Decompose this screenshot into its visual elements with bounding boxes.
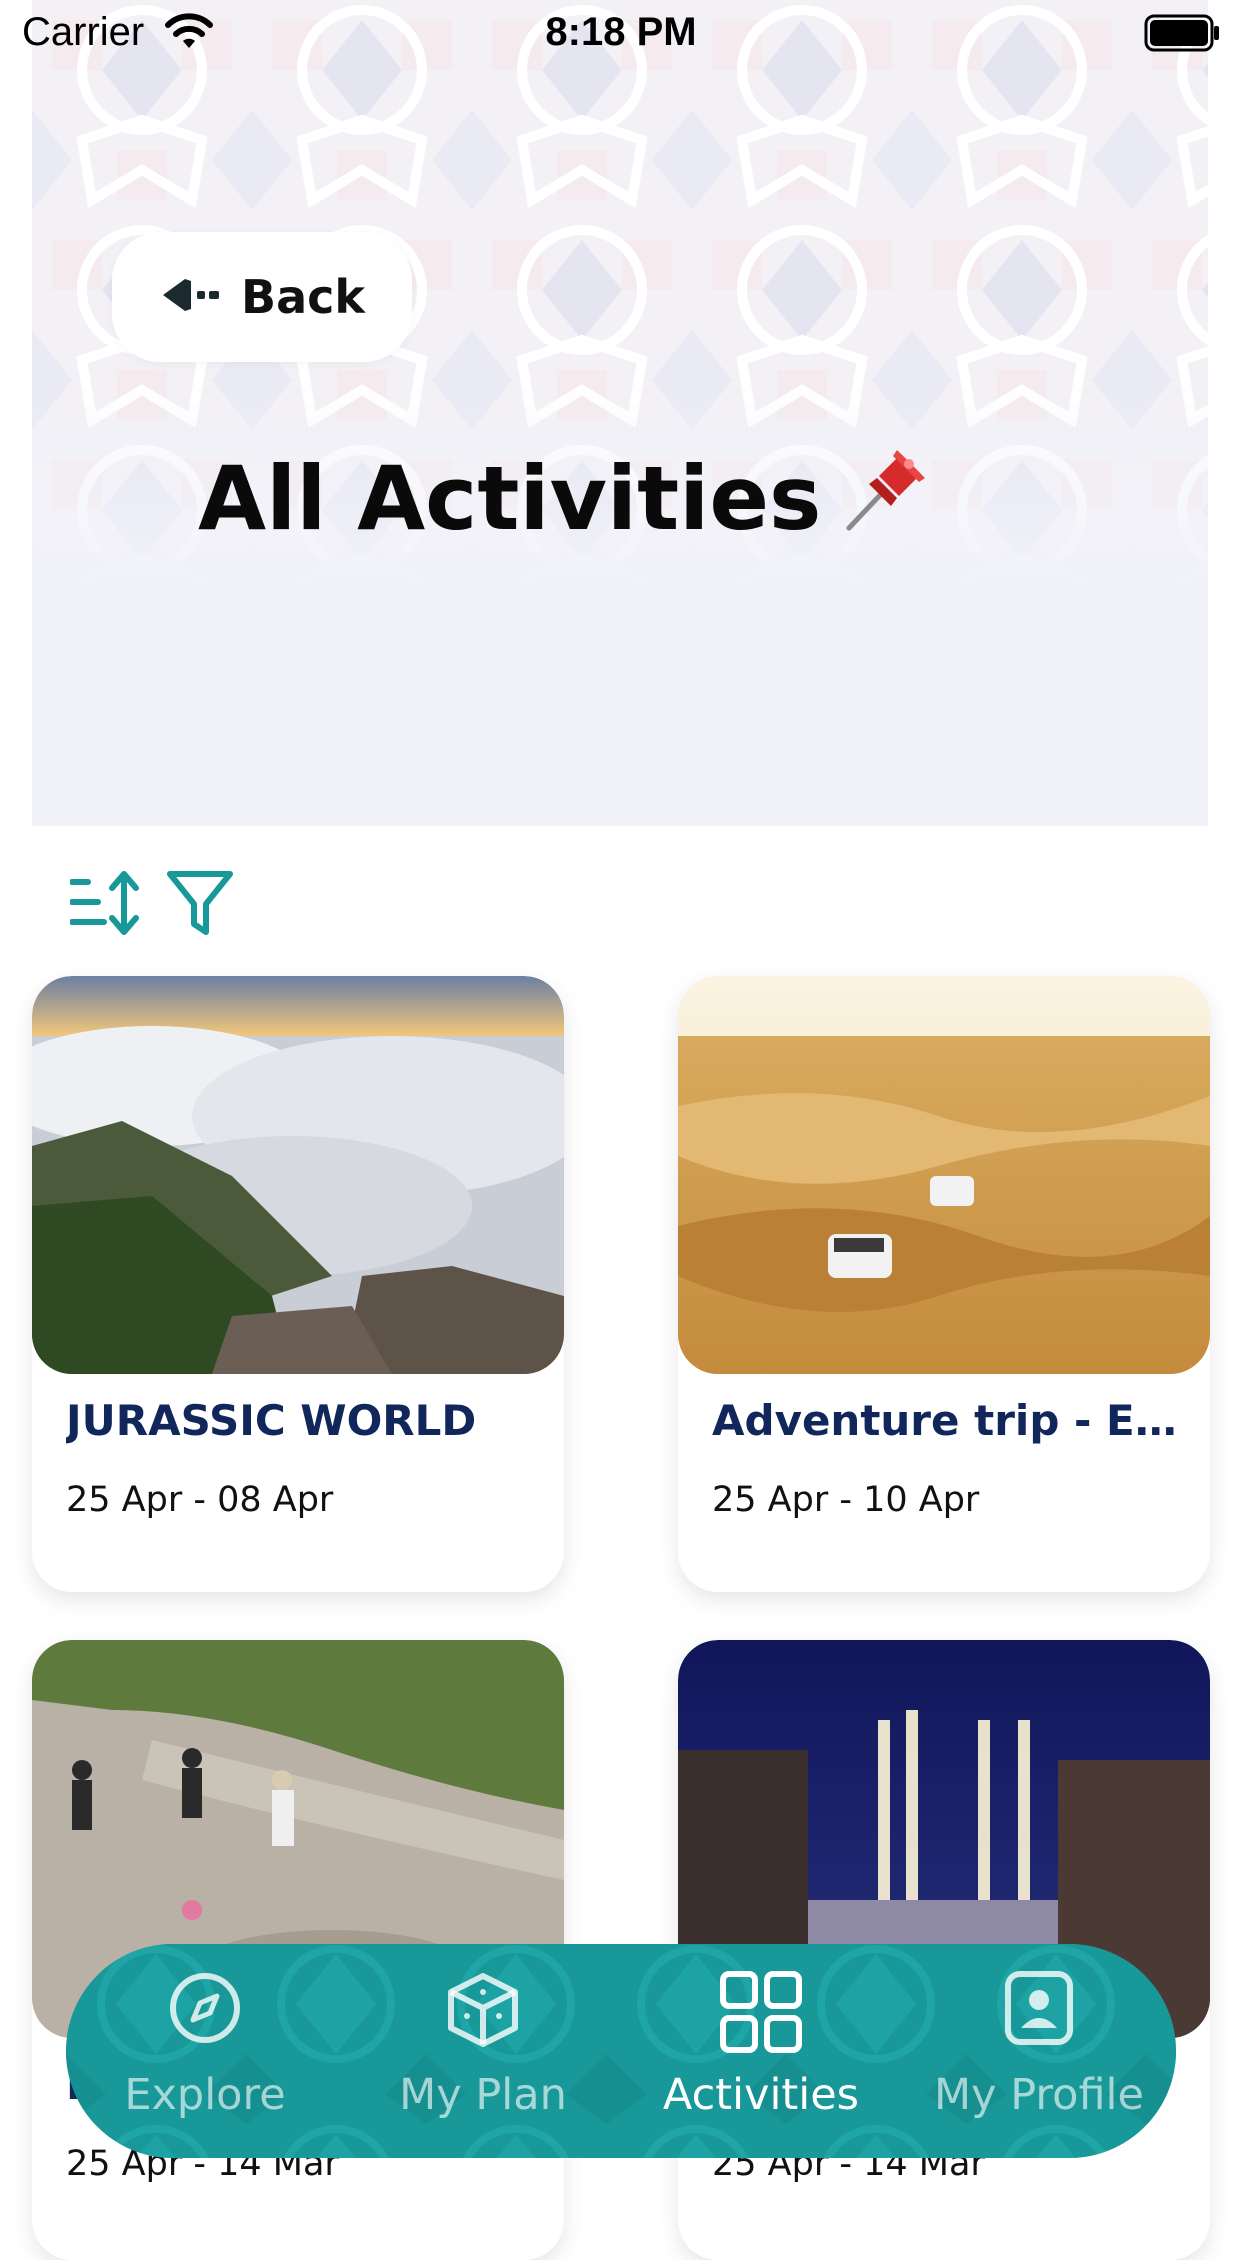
- battery-icon: [1144, 14, 1222, 56]
- activity-title: Adventure trip - E…: [712, 1396, 1177, 1445]
- grid-icon: [622, 1970, 900, 2054]
- activity-title: JURASSIC WORLD: [66, 1396, 477, 1445]
- bottom-nav: Explore My Plan Activities My Profile: [66, 1944, 1176, 2158]
- activity-image: [678, 976, 1210, 1374]
- header-banner: Back All Activities: [32, 0, 1208, 826]
- activity-card[interactable]: JURASSIC WORLD 25 Apr - 08 Apr: [32, 976, 564, 1592]
- compass-icon: [66, 1970, 344, 2046]
- clock: 8:18 PM: [545, 10, 697, 54]
- back-arrow-icon: [159, 273, 223, 321]
- activity-image: [32, 976, 564, 1374]
- page-title: All Activities: [198, 440, 935, 557]
- activity-card[interactable]: Adventure trip - E… 25 Apr - 10 Apr: [678, 976, 1210, 1592]
- nav-label: Explore: [124, 2070, 286, 2120]
- profile-icon: [900, 1970, 1176, 2046]
- back-button[interactable]: Back: [112, 232, 412, 362]
- nav-item-activities[interactable]: Activities: [622, 1944, 900, 2158]
- page-title-text: All Activities: [198, 447, 822, 550]
- pushpin-icon: [839, 440, 935, 557]
- back-label: Back: [241, 270, 365, 324]
- filter-icon: [167, 871, 233, 935]
- sort-icon: [69, 871, 139, 935]
- nav-item-explore[interactable]: Explore: [66, 1944, 344, 2158]
- nav-item-my-plan[interactable]: My Plan: [344, 1944, 622, 2158]
- nav-label: My Plan: [399, 2070, 567, 2120]
- nav-label: Activities: [662, 2070, 860, 2120]
- nav-item-my-profile[interactable]: My Profile: [900, 1944, 1176, 2158]
- status-bar: Carrier 8:18 PM: [0, 0, 1242, 66]
- sort-button[interactable]: [69, 868, 142, 942]
- activity-dates: 25 Apr - 10 Apr: [712, 1480, 980, 1520]
- nav-label: My Profile: [934, 2070, 1144, 2120]
- cube-icon: [344, 1970, 622, 2050]
- filter-button[interactable]: [166, 868, 234, 942]
- activity-dates: 25 Apr - 08 Apr: [66, 1480, 334, 1520]
